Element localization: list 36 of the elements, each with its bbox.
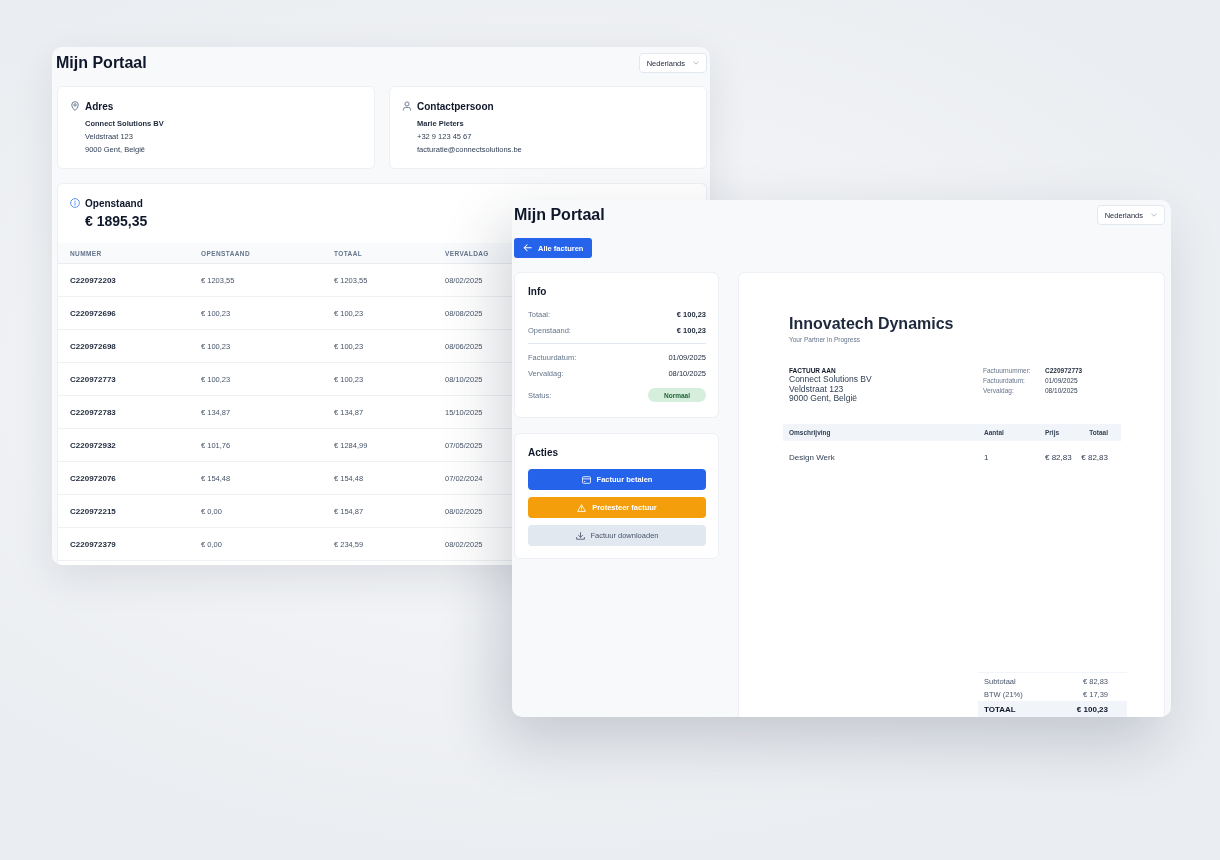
bill-to-line: 9000 Gent, België [789, 394, 858, 404]
table-cell: C220972696 [70, 308, 116, 318]
page-title: Mijn Portaal [56, 53, 147, 73]
chevron-down-icon [693, 61, 699, 65]
arrow-left-icon [523, 244, 532, 252]
table-cell: C220972783 [70, 407, 116, 417]
table-cell: C220972215 [70, 506, 116, 516]
table-cell: C220972076 [70, 473, 116, 483]
table-cell: € 82,83 [1081, 453, 1108, 462]
credit-card-icon [581, 475, 591, 484]
info-icon [70, 198, 80, 208]
card-title: Info [528, 286, 547, 298]
company-name: Innovatech Dynamics [789, 314, 954, 334]
totals-label: TOTAAL [984, 704, 1016, 714]
card-title: Acties [528, 447, 558, 459]
table-cell: Design Werk [789, 453, 835, 462]
table-cell: C220972773 [70, 374, 116, 384]
bill-to-line: Veldstraat 123 [789, 384, 844, 394]
location-pin-icon [70, 101, 80, 111]
card-title: Contactpersoon [417, 100, 494, 112]
table-cell: C220972379 [70, 539, 116, 549]
table-cell: C220972698 [70, 341, 116, 351]
table-cell: C220972203 [70, 275, 116, 285]
card-title: Openstaand [85, 197, 143, 209]
page-title: Mijn Portaal [514, 205, 605, 225]
table-cell: C220972932 [70, 440, 116, 450]
card-title: Adres [85, 100, 114, 112]
warning-icon [577, 503, 587, 512]
outstanding-amount: € 1895,35 [85, 212, 148, 230]
totals-value: € 100,23 [1076, 704, 1108, 714]
person-icon [402, 101, 412, 111]
table-cell: 1 [984, 453, 989, 462]
table-cell: € 82,83 [1045, 453, 1072, 462]
download-icon [575, 531, 585, 540]
chevron-down-icon [1151, 213, 1157, 217]
bill-to-line: Connect Solutions BV [789, 375, 872, 385]
